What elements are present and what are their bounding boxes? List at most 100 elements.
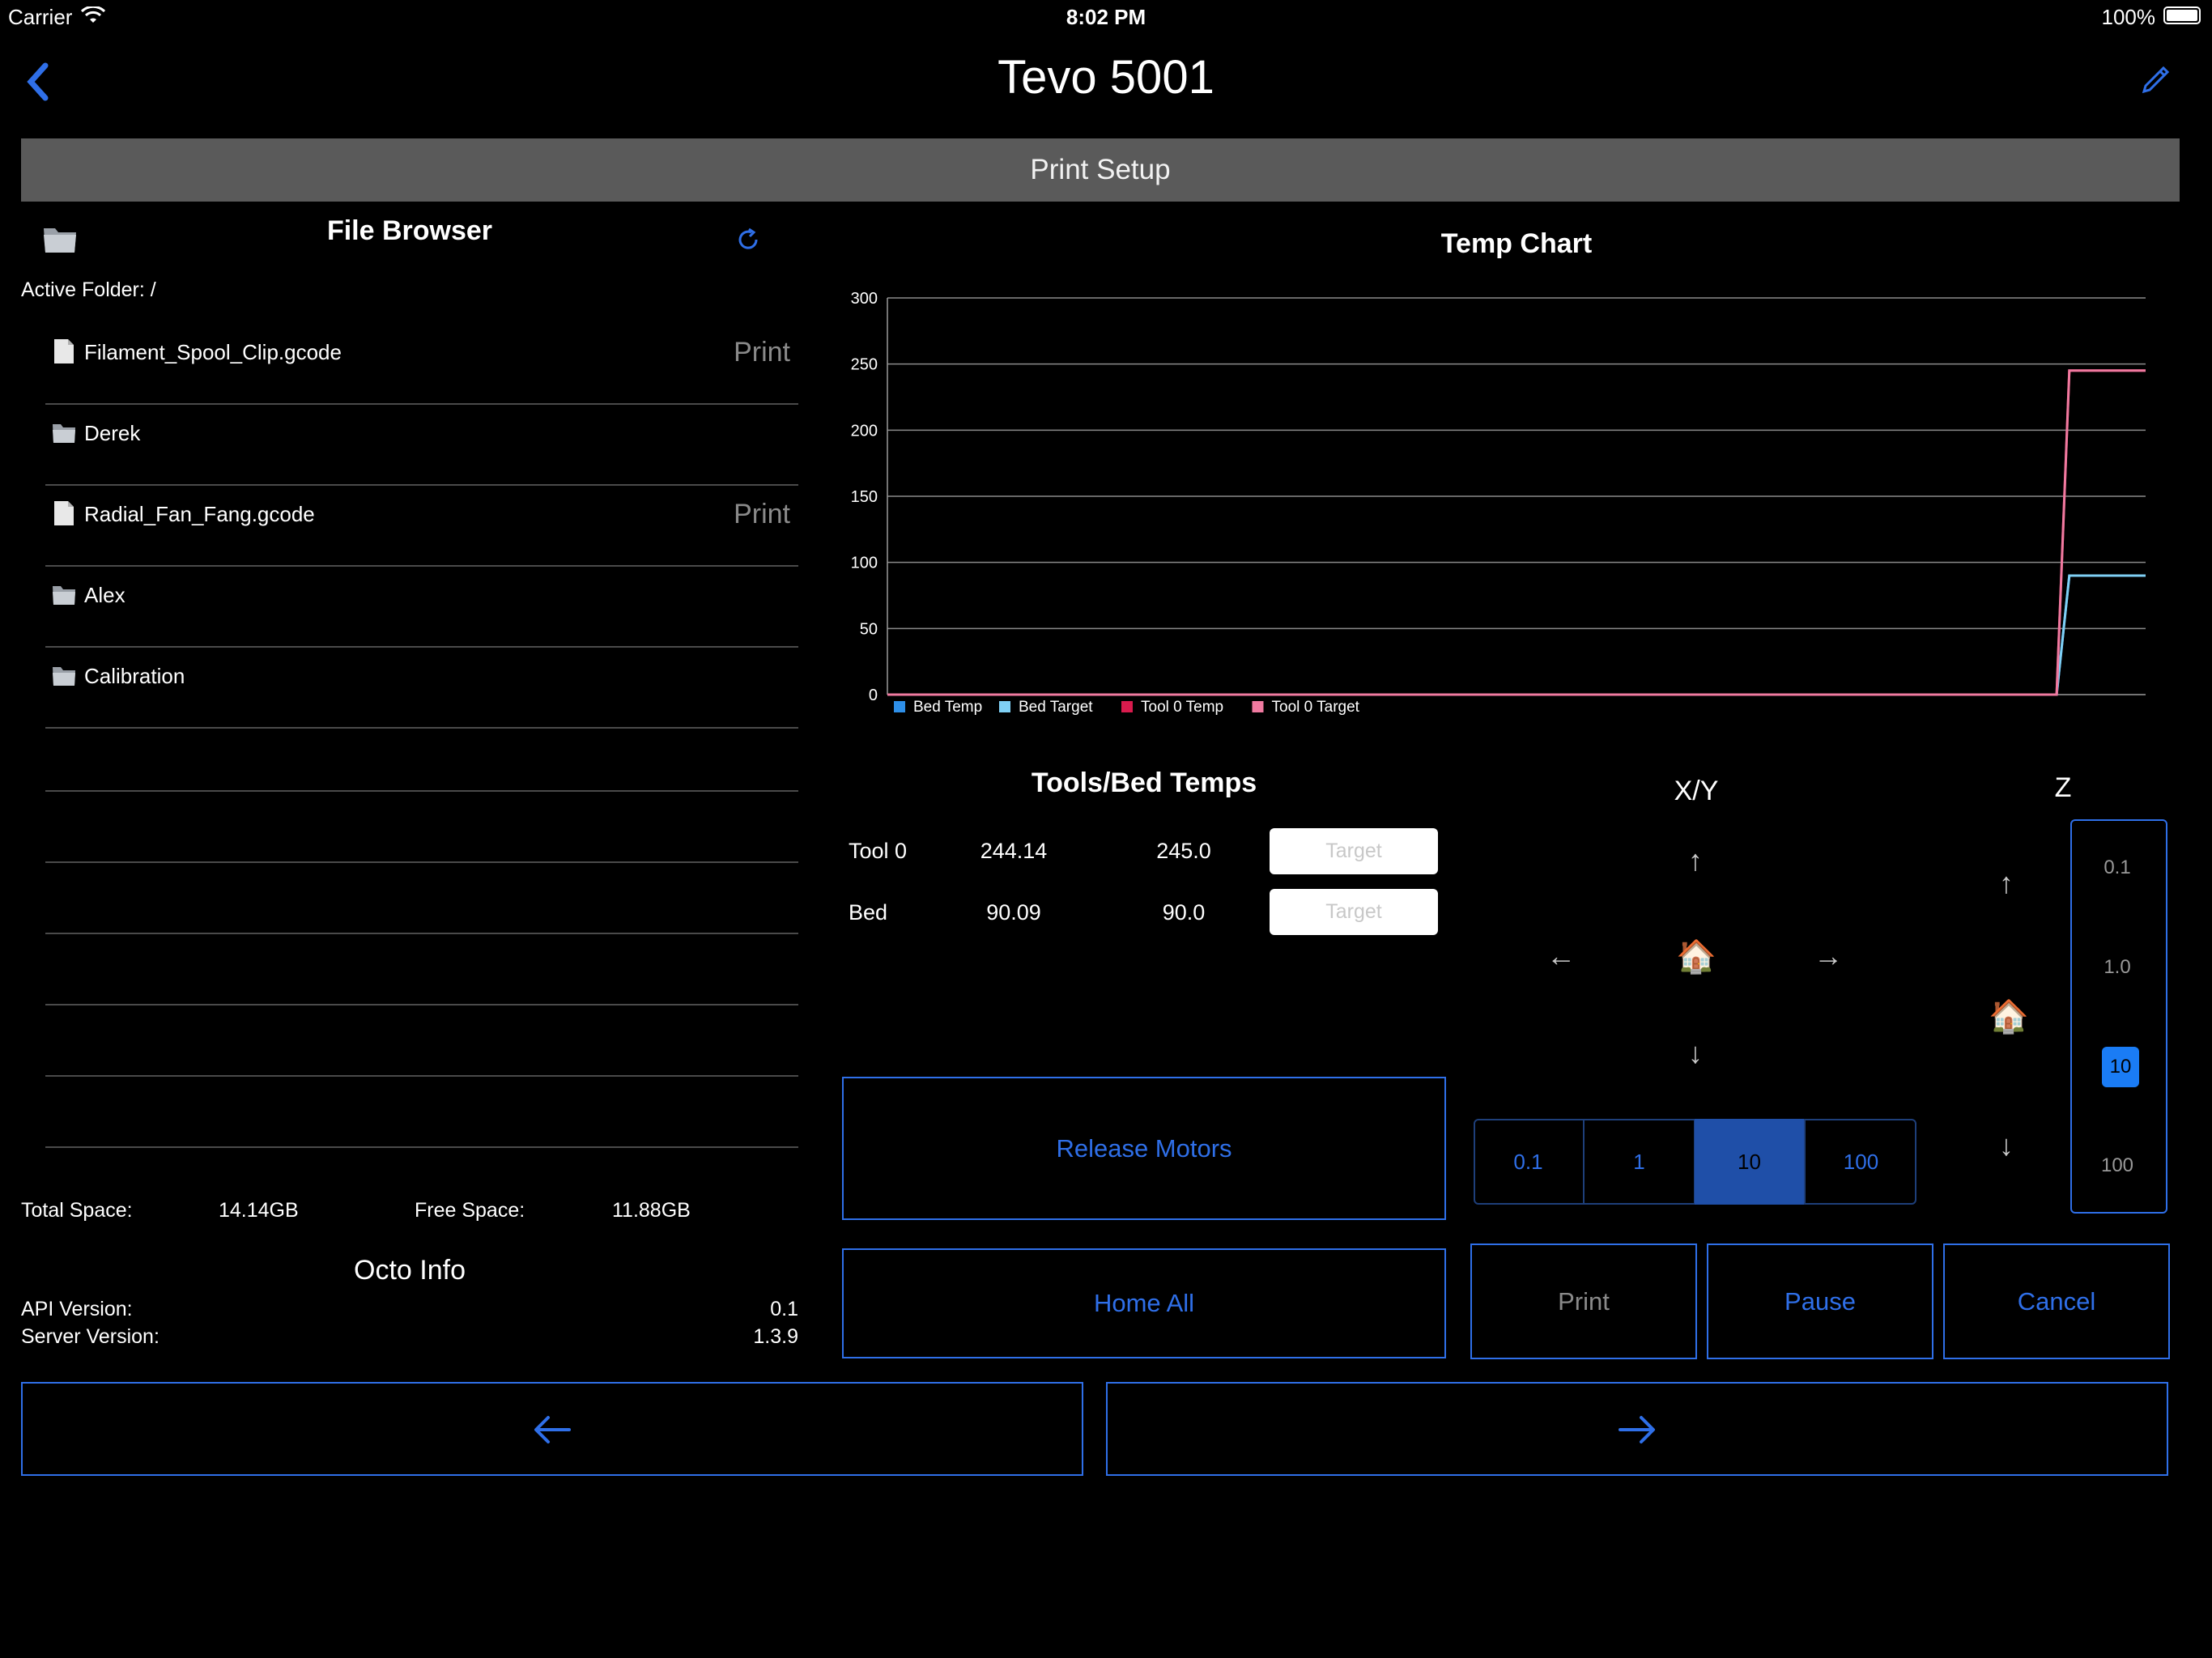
previous-page-button[interactable] [21,1382,1083,1476]
xy-step-1[interactable]: 1 [1585,1119,1695,1205]
arrow-up-icon: ↑ [1688,844,1703,877]
page-title: Tevo 5001 [998,51,1214,104]
refresh-button[interactable] [735,227,761,257]
api-version-value: 0.1 [770,1298,798,1320]
legend-swatch [894,701,905,712]
z-step-1[interactable]: 1.0 [2073,956,2162,979]
legend-label: Tool 0 Temp [1141,699,1223,716]
active-folder-label: Active Folder: / [21,278,156,301]
api-version-label: API Version: [21,1298,133,1320]
bed-label: Bed [849,900,888,925]
y-plus-button[interactable]: ↑ [1671,844,1720,878]
file-name: Filament_Spool_Clip.gcode [84,340,342,364]
battery-icon [2163,6,2201,24]
status-bar: Carrier 8:02 PM 100% [0,0,2212,32]
y-minus-button[interactable]: ↓ [1671,1036,1720,1070]
tool0-actual: 244.14 [980,839,1048,863]
tool0-label: Tool 0 [849,839,908,863]
document-icon [54,339,74,363]
arrow-down-icon: ↓ [1688,1036,1703,1069]
folder-icon [53,586,75,605]
bed-actual: 90.09 [986,900,1041,925]
release-motors-button[interactable]: Release Motors [842,1077,1446,1220]
empty-row [45,727,798,792]
x-minus-button[interactable]: ← [1537,939,1585,973]
z-home-button[interactable]: 🏠 [1989,997,2029,1035]
free-space-value: 11.88GB [612,1199,691,1222]
free-space-label: Free Space: [415,1199,525,1222]
y-tick-label: 50 [860,620,878,638]
arrow-up-icon: ↑ [1999,866,2014,899]
print-button[interactable]: Print [1470,1244,1697,1359]
bed-target-button[interactable]: Target [1270,889,1438,935]
cancel-button[interactable]: Cancel [1943,1244,2170,1359]
file-name: Radial_Fan_Fang.gcode [84,502,315,526]
z-step-0-1[interactable]: 0.1 [2073,857,2162,879]
y-tick-label: 300 [851,290,878,308]
z-down-button[interactable]: ↓ [1982,1129,2031,1163]
xy-step-100[interactable]: 100 [1806,1119,1916,1205]
y-tick-label: 250 [851,356,878,374]
y-tick-label: 150 [851,488,878,506]
y-tick-label: 0 [869,687,878,704]
refresh-icon [738,227,758,249]
empty-row [45,1004,798,1077]
xy-title: X/Y [1674,776,1719,806]
series-line [887,574,2146,696]
temps-title: Tools/Bed Temps [1031,767,1257,798]
folder-name: Alex [84,583,125,607]
folder-icon [53,667,75,686]
battery-percent: 100% [2101,5,2156,29]
folder-icon [53,424,75,443]
x-plus-button[interactable]: → [1804,939,1853,973]
next-page-button[interactable] [1106,1382,2168,1476]
bed-target: 90.0 [1162,900,1206,925]
empty-row [45,933,798,1005]
legend-swatch [1252,701,1264,712]
z-up-button[interactable]: ↑ [1982,866,2031,900]
z-step-10-selected[interactable]: 10 [2102,1047,2139,1087]
legend-label: Bed Target [1019,699,1093,716]
server-version-label: Server Version: [21,1325,160,1348]
home-all-button[interactable]: Home All [842,1248,1446,1358]
total-space-value: 14.14GB [219,1199,299,1222]
xy-step-10-selected[interactable]: 10 [1695,1119,1806,1205]
z-step-100[interactable]: 100 [2073,1154,2162,1177]
arrow-left-icon [534,1416,571,1443]
arrow-left-icon: ← [1546,939,1576,972]
folder-name: Derek [84,421,141,445]
xy-step-0-1[interactable]: 0.1 [1474,1119,1585,1205]
octo-info-title: Octo Info [354,1255,466,1286]
edit-button[interactable] [2141,62,2173,98]
z-title: Z [2054,772,2072,803]
legend-swatch [999,701,1010,712]
file-row[interactable]: Radial_Fan_Fang.gcode Print [45,484,798,567]
folder-row[interactable]: Alex [45,565,798,648]
xy-home-button[interactable]: 🏠 [1676,937,1716,976]
tool0-target-button[interactable]: Target [1270,828,1438,874]
print-file-button[interactable]: Print [734,484,790,544]
chart-title: Temp Chart [1440,228,1593,259]
clock: 8:02 PM [1066,5,1146,29]
temp-chart: 300 250 200 150 100 50 0 Bed Temp Bed Target Tool… [851,290,2146,716]
folder-name: Calibration [84,664,185,688]
series-line [887,369,2146,696]
file-row[interactable]: Filament_Spool_Clip.gcode Print [45,322,798,405]
empty-row [45,790,798,863]
y-tick-label: 100 [851,555,878,572]
server-version-value: 1.3.9 [753,1325,798,1348]
print-file-button[interactable]: Print [734,322,790,382]
series-line [887,369,2146,696]
pause-button[interactable]: Pause [1707,1244,1933,1359]
folder-row[interactable]: Derek [45,403,798,486]
legend-swatch [1121,701,1133,712]
y-tick-label: 200 [851,422,878,440]
arrow-right-icon: → [1814,939,1843,972]
folder-icon[interactable] [42,222,78,258]
tool0-target: 245.0 [1156,839,1211,863]
empty-row [45,861,798,934]
folder-row[interactable]: Calibration [45,646,798,729]
arrow-down-icon: ↓ [1999,1129,2014,1162]
empty-row [45,1075,798,1148]
legend-label: Bed Temp [913,699,982,716]
